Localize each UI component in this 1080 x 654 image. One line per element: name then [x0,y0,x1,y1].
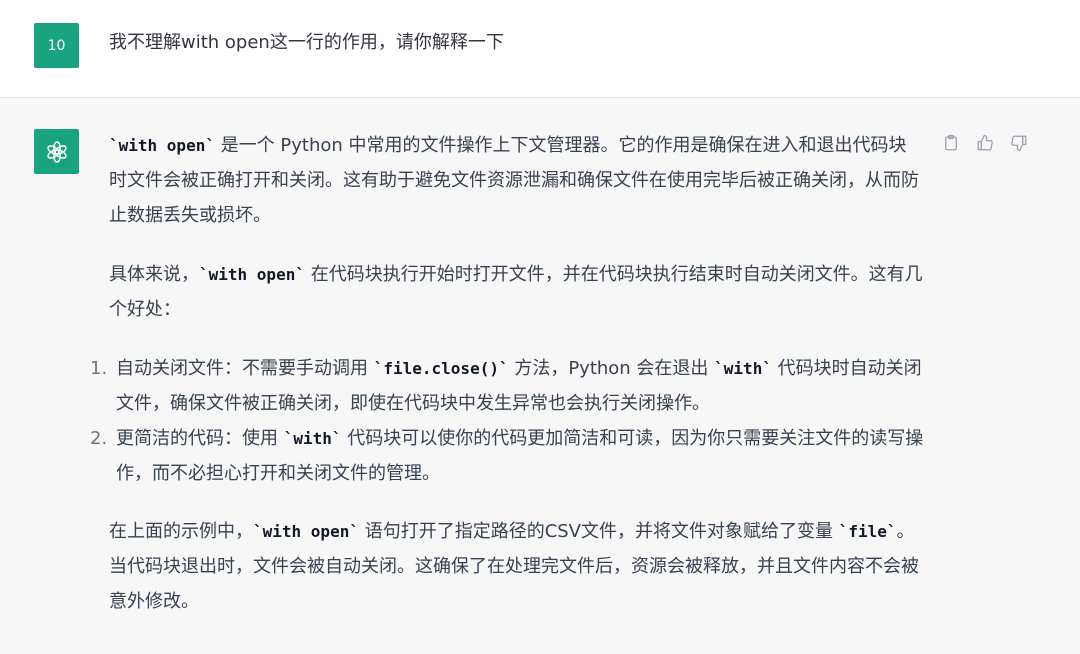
paragraph-text: 在上面的示例中， [109,521,253,542]
user-message-text: 我不理解with open这一行的作用，请你解释一下 [109,32,504,53]
inline-code: `file.close()` [373,359,509,378]
inline-code: `with` [714,359,772,378]
list-text: 方法，Python 会在退出 [508,358,715,379]
user-message-row: 10 我不理解with open这一行的作用，请你解释一下 [0,0,1080,98]
list-number: 1. [90,358,108,379]
inline-code: `with open` [253,522,359,541]
user-avatar: 10 [34,23,79,68]
clipboard-icon [945,134,957,151]
inline-code: `with open` [109,136,215,155]
assistant-avatar [34,129,79,174]
paragraph-summary: 在上面的示例中，`with open` 语句打开了指定路径的CSV文件，并将文件… [109,514,924,619]
assistant-message-content: `with open` 是一个 Python 中常用的文件操作上下文管理器。它的… [90,128,924,619]
copy-button[interactable] [940,132,962,154]
list-item: 1. 自动关闭文件：不需要手动调用 `file.close()` 方法，Pytho… [90,351,924,421]
paragraph-text: 具体来说， [109,264,199,285]
user-avatar-label: 10 [47,37,66,54]
paragraph-text: 是一个 Python 中常用的文件操作上下文管理器。它的作用是确保在进入和退出代… [109,135,919,226]
paragraph-intro: `with open` 是一个 Python 中常用的文件操作上下文管理器。它的… [109,128,924,233]
list-text: 自动关闭文件：不需要手动调用 [116,358,374,379]
list-item: 2. 更简洁的代码：使用 `with` 代码块可以使你的代码更加简洁和可读，因为你… [90,421,924,491]
paragraph-text: 语句打开了指定路径的CSV文件，并将文件对象赋给了变量 [358,521,839,542]
benefits-list: 1. 自动关闭文件：不需要手动调用 `file.close()` 方法，Pytho… [90,351,924,491]
assistant-message-row: `with open` 是一个 Python 中常用的文件操作上下文管理器。它的… [0,98,1080,654]
inline-code: `with open` [199,265,305,284]
list-text: 更简洁的代码：使用 [116,428,284,449]
openai-logo-icon [46,140,67,163]
like-button[interactable] [974,132,996,154]
message-actions [940,132,1030,154]
inline-code: `file` [838,522,897,541]
list-number: 2. [90,428,108,449]
thumbs-up-icon [977,134,993,151]
paragraph-detail: 具体来说，`with open` 在代码块执行开始时打开文件，并在代码块执行结束… [109,257,924,327]
dislike-button[interactable] [1008,132,1030,154]
thumbs-down-icon [1011,135,1027,152]
inline-code: `with` [283,429,342,448]
